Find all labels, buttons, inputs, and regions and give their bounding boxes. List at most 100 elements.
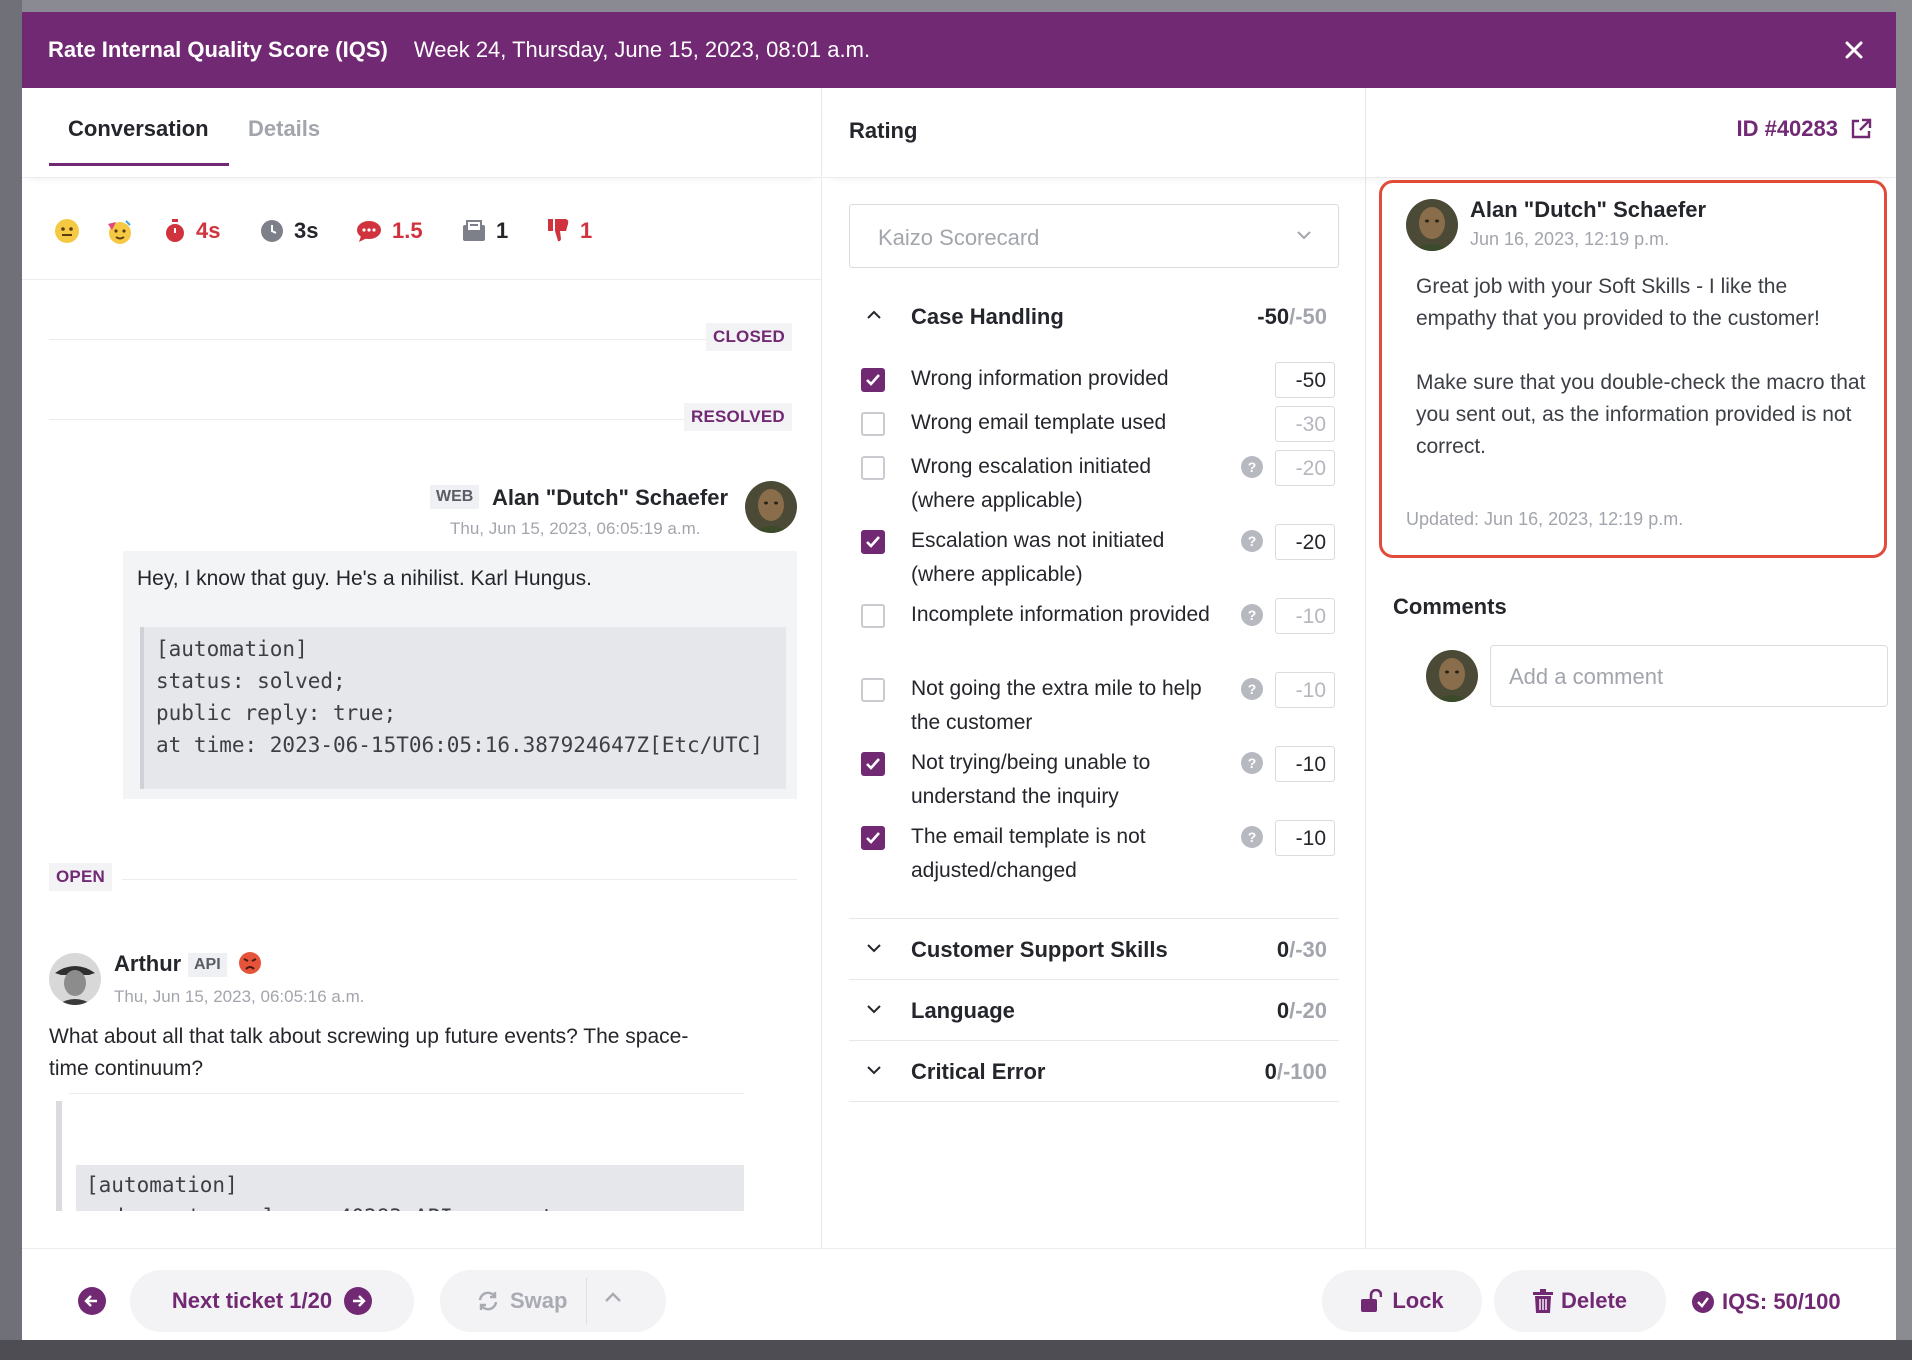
feedback-card: Alan "Dutch" Schaefer Jun 16, 2023, 12:1… — [1379, 180, 1887, 558]
section-score-max: /-100 — [1276, 1059, 1327, 1084]
section-case-handling[interactable]: Case Handling -50/-50 — [849, 286, 1339, 348]
checkmark-icon — [866, 374, 880, 386]
criterion-checkbox[interactable] — [861, 604, 885, 628]
previous-ticket-button[interactable] — [78, 1287, 106, 1315]
chevron-down-icon — [867, 1066, 881, 1075]
customer-code-wrapper: [automation] end-user's reply on 40283 A… — [56, 1101, 744, 1211]
section-score-max: /-30 — [1289, 937, 1327, 962]
commenter-avatar — [1426, 650, 1478, 702]
agent-message-text: Hey, I know that guy. He's a nihilist. K… — [137, 567, 592, 590]
help-icon[interactable]: ? — [1241, 604, 1263, 626]
criterion-row: Not going the extra mile to help the cus… — [849, 672, 1339, 740]
footer-toolbar: Next ticket 1/20 Swap Lock Delete IQS: 5… — [22, 1248, 1896, 1340]
delete-button[interactable]: Delete — [1494, 1270, 1666, 1332]
criterion-checkbox[interactable] — [861, 456, 885, 480]
criterion-checkbox[interactable] — [861, 530, 885, 554]
criterion-checkbox[interactable] — [861, 678, 885, 702]
criterion-checkbox[interactable] — [861, 752, 885, 776]
criterion-label: Wrong information provided — [911, 367, 1169, 390]
status-tag-closed: CLOSED — [706, 323, 793, 351]
rating-title: Rating — [849, 118, 918, 143]
checkmark-icon — [866, 758, 880, 770]
lock-button[interactable]: Lock — [1322, 1270, 1482, 1332]
feedback-author-avatar — [1406, 199, 1458, 251]
help-icon[interactable]: ? — [1241, 678, 1263, 700]
resolution-time-value: 3s — [294, 218, 319, 243]
iqs-score: IQS: 50/100 — [1692, 1289, 1841, 1315]
swap-icon — [478, 1291, 498, 1311]
help-icon[interactable]: ? — [1241, 752, 1263, 774]
status-tag-resolved: RESOLVED — [684, 403, 792, 431]
checkmark-icon — [866, 536, 880, 548]
criterion-checkbox[interactable] — [861, 368, 885, 392]
neutral-face-icon — [54, 218, 90, 244]
status-divider — [49, 419, 701, 420]
angry-face-icon — [239, 952, 261, 974]
criterion-label: Incomplete information provided — [911, 603, 1210, 626]
criterion-label: Escalation was not initiated (where appl… — [911, 529, 1165, 586]
feedback-date: Jun 16, 2023, 12:19 p.m. — [1470, 229, 1670, 249]
conversation-tabs: Conversation Details — [22, 88, 822, 178]
channel-tag-api: API — [188, 953, 227, 977]
status-tag-open: OPEN — [49, 863, 112, 891]
section-score-value: 0 — [1264, 1059, 1277, 1084]
section-language[interactable]: Language 0/-20 — [849, 979, 1339, 1041]
scorecard-select[interactable]: Kaizo Scorecard — [849, 204, 1339, 268]
section-divider — [849, 1101, 1339, 1102]
section-score: 0/-20 — [1277, 998, 1327, 1024]
criterion-row: The email template is not adjusted/chang… — [849, 820, 1339, 888]
swap-divider — [586, 1278, 587, 1324]
criterion-label: The email template is not adjusted/chang… — [911, 825, 1146, 882]
customer-message-time: Thu, Jun 15, 2023, 06:05:16 a.m. — [114, 987, 365, 1006]
comment-input[interactable]: Add a comment — [1490, 645, 1888, 707]
next-ticket-label: Next ticket 1/20 — [171, 1288, 333, 1313]
next-ticket-button[interactable]: Next ticket 1/20 — [130, 1270, 414, 1332]
tab-details[interactable]: Details — [248, 116, 320, 142]
section-title: Critical Error — [911, 1059, 1046, 1084]
messages-metric: 1 — [462, 218, 508, 244]
backdrop-bottom — [0, 1340, 1912, 1360]
section-critical-error[interactable]: Critical Error 0/-100 — [849, 1040, 1339, 1102]
chevron-down-icon — [1297, 231, 1311, 240]
criterion-row: Incomplete information provided ? -10 — [849, 598, 1339, 666]
trash-icon — [1532, 1289, 1553, 1313]
help-icon[interactable]: ? — [1241, 456, 1263, 478]
customer-avatar — [49, 953, 101, 1005]
criterion-row: Not trying/being unable to understand th… — [849, 746, 1339, 814]
backdrop-left — [0, 0, 22, 1360]
section-score-value: -50 — [1257, 304, 1290, 329]
tab-conversation[interactable]: Conversation — [68, 116, 209, 142]
section-score: 0/-30 — [1277, 937, 1327, 963]
section-title: Case Handling — [911, 304, 1064, 329]
criterion-checkbox[interactable] — [861, 826, 885, 850]
criterion-points: -20 — [1275, 524, 1335, 560]
help-icon[interactable]: ? — [1241, 530, 1263, 552]
criterion-points: -10 — [1275, 820, 1335, 856]
replies-value: 1.5 — [392, 218, 423, 243]
chevron-up-icon — [605, 1292, 621, 1302]
thumbs-down-icon — [548, 219, 569, 242]
modal-title: Rate Internal Quality Score (IQS) — [48, 37, 388, 62]
swap-label: Swap — [510, 1288, 568, 1313]
help-icon[interactable]: ? — [1241, 826, 1263, 848]
lock-label: Lock — [1392, 1288, 1444, 1313]
unlock-icon — [1361, 1289, 1383, 1312]
swap-menu-toggle[interactable] — [602, 1287, 624, 1314]
first-reply-value: 4s — [196, 218, 221, 243]
negative-value: 1 — [580, 218, 593, 243]
criterion-label: Wrong email template used — [911, 411, 1167, 434]
scorecard-select-value: Kaizo Scorecard — [878, 225, 1040, 250]
chevron-down-icon — [867, 944, 881, 953]
rating-panel: Rating ID #40283 Kaizo Scorecard Case Ha… — [823, 88, 1896, 1248]
criterion-checkbox[interactable] — [861, 412, 885, 436]
criterion-points: -10 — [1275, 598, 1335, 634]
criterion-points: -10 — [1275, 746, 1335, 782]
section-customer-support-skills[interactable]: Customer Support Skills 0/-30 — [849, 918, 1339, 980]
section-score-value: 0 — [1276, 998, 1290, 1023]
feedback-author-name: Alan "Dutch" Schaefer — [1470, 197, 1707, 222]
swap-button[interactable]: Swap — [440, 1270, 666, 1332]
section-score-value: 0 — [1276, 937, 1290, 962]
conversation-thread: CLOSED RESOLVED WEB Alan "Dutch" Schaefe… — [22, 281, 822, 1248]
criterion-row: Wrong escalation initiated (where applic… — [849, 450, 1339, 518]
close-button[interactable] — [1834, 30, 1874, 70]
